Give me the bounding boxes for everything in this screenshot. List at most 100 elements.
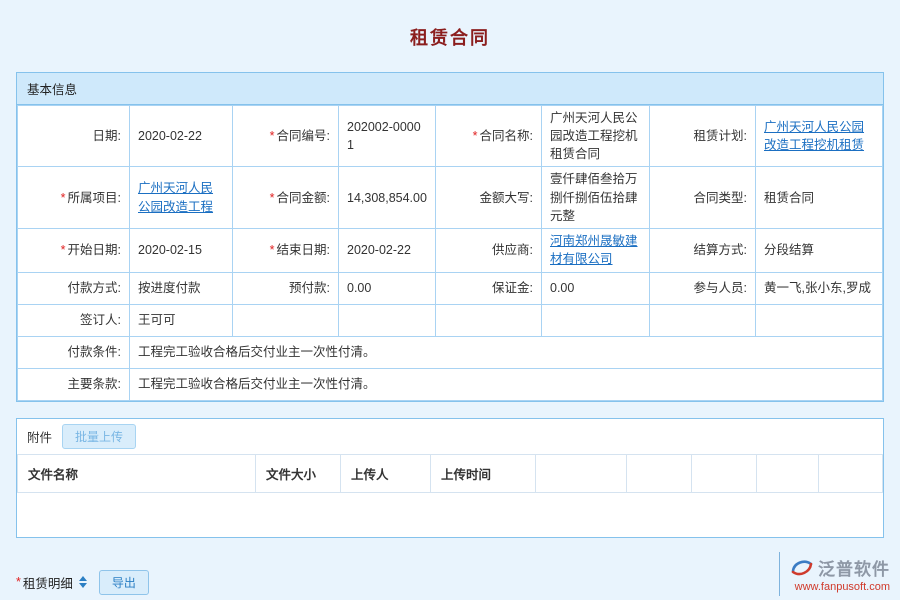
table-row: 付款条件: 工程完工验收合格后交付业主一次性付清。 [18,336,883,368]
attachments-header: 附件 批量上传 [17,419,883,454]
attachments-table: 文件名称 文件大小 上传人 上传时间 [17,454,883,537]
attachments-empty-cell [18,492,883,537]
field-value: 2020-02-22 [130,106,233,167]
field-value: 广州天河人民公园改造工程挖机租赁合同 [542,106,650,167]
column-header-empty [819,454,883,492]
contract-name-value: 广州天河人民公园改造工程挖机租赁合同 [550,111,638,161]
table-row: 付款方式: 按进度付款 预付款: 0.00 保证金: 0.00 参与人员: 黄一… [18,272,883,304]
table-row: 签订人: 王可可 [18,304,883,336]
field-label: 日期: [18,106,130,167]
column-header-empty [757,454,819,492]
contract-type-value: 租赁合同 [764,191,814,205]
field-label-text: 所属项目: [68,191,121,205]
main-clauses-value: 工程完工验收合格后交付业主一次性付清。 [138,377,376,391]
date-value: 2020-02-22 [138,129,202,143]
field-value: 黄一飞,张小东,罗成 [756,272,883,304]
field-label: 付款条件: [18,336,130,368]
contract-number-value: 202002-00001 [347,120,421,152]
field-label-text: 结算方式: [694,243,747,257]
field-value: 广州天河人民公园改造工程 [130,167,233,228]
field-label-text: 主要条款: [68,377,121,391]
signer-value: 王可可 [138,313,176,327]
field-label: *合同编号: [233,106,339,167]
field-value: 14,308,854.00 [339,167,436,228]
supplier-link[interactable]: 河南郑州晟敏建材有限公司 [550,234,638,266]
column-header-uploader: 上传人 [341,454,431,492]
field-label: *开始日期: [18,228,130,272]
field-label: *结束日期: [233,228,339,272]
start-date-value: 2020-02-15 [138,243,202,257]
batch-upload-button[interactable]: 批量上传 [62,424,136,449]
field-label-text: 合同类型: [694,191,747,205]
field-value: 分段结算 [756,228,883,272]
field-label [233,304,339,336]
table-row: *所属项目: 广州天河人民公园改造工程 *合同金额: 14,308,854.00… [18,167,883,228]
field-value: 2020-02-15 [130,228,233,272]
field-label: *所属项目: [18,167,130,228]
field-label-text: 签订人: [80,313,121,327]
project-link[interactable]: 广州天河人民公园改造工程 [138,181,213,213]
required-star: * [270,243,275,257]
page: 租赁合同 基本信息 日期: 2020-02-22 *合同编号: 202002-0… [0,0,900,600]
field-label-text: 付款方式: [68,281,121,295]
field-label: 金额大写: [436,167,542,228]
contract-amount-value: 14,308,854.00 [347,191,427,205]
field-label: 签订人: [18,304,130,336]
field-value: 租赁合同 [756,167,883,228]
lease-plan-link[interactable]: 广州天河人民公园改造工程挖机租赁 [764,120,864,152]
column-header-upload-time: 上传时间 [431,454,536,492]
field-value [339,304,436,336]
basic-info-section-header: 基本信息 [17,73,883,105]
settlement-method-value: 分段结算 [764,243,814,257]
brand-watermark: 泛普软件 www.fanpusoft.com [779,552,890,596]
field-label: 结算方式: [650,228,756,272]
lease-detail-title: 租赁明细 [23,573,73,592]
field-label: *合同名称: [436,106,542,167]
field-label-text: 合同名称: [480,129,533,143]
field-value: 工程完工验收合格后交付业主一次性付清。 [130,368,883,400]
required-star: * [270,129,275,143]
end-date-value: 2020-02-22 [347,243,411,257]
participants-value: 黄一飞,张小东,罗成 [764,281,871,295]
field-label: 主要条款: [18,368,130,400]
field-value: 0.00 [542,272,650,304]
lease-detail-section-bar: * 租赁明细 导出 [16,564,884,600]
field-value: 202002-00001 [339,106,436,167]
required-star: * [61,243,66,257]
export-button[interactable]: 导出 [99,570,149,595]
field-label-text: 金额大写: [480,191,533,205]
field-label-text: 预付款: [289,281,330,295]
basic-info-table: 日期: 2020-02-22 *合同编号: 202002-00001 *合同名称… [17,105,883,401]
field-label-text: 开始日期: [68,243,121,257]
collapse-sort-icon[interactable] [79,576,87,588]
brand-name: 泛普软件 [818,555,890,580]
brand-row: 泛普软件 [790,555,890,580]
attachments-header-row: 文件名称 文件大小 上传人 上传时间 [18,454,883,492]
table-row: 主要条款: 工程完工验收合格后交付业主一次性付清。 [18,368,883,400]
field-value: 2020-02-22 [339,228,436,272]
field-value [756,304,883,336]
field-label: 合同类型: [650,167,756,228]
column-header-empty [536,454,627,492]
payment-terms-value: 工程完工验收合格后交付业主一次性付清。 [138,345,376,359]
brand-url: www.fanpusoft.com [795,581,890,593]
table-row: 日期: 2020-02-22 *合同编号: 202002-00001 *合同名称… [18,106,883,167]
column-header-empty [627,454,692,492]
field-label-text: 日期: [93,129,121,143]
fanpu-logo-icon [790,556,814,580]
column-header-file-name: 文件名称 [18,454,256,492]
field-value: 工程完工验收合格后交付业主一次性付清。 [130,336,883,368]
field-value: 王可可 [130,304,233,336]
field-label-text: 合同金额: [277,191,330,205]
amount-in-words-value: 壹仟肆佰叁拾万捌仟捌佰伍拾肆元整 [550,172,638,222]
field-label-text: 租赁计划: [694,129,747,143]
field-value: 壹仟肆佰叁拾万捌仟捌佰伍拾肆元整 [542,167,650,228]
field-label-text: 供应商: [492,243,533,257]
field-value [542,304,650,336]
field-label [650,304,756,336]
field-label-text: 保证金: [492,281,533,295]
column-header-file-size: 文件大小 [256,454,341,492]
payment-method-value: 按进度付款 [138,281,201,295]
basic-info-panel: 基本信息 日期: 2020-02-22 *合同编号: 202002-00001 … [16,72,884,402]
field-label: 预付款: [233,272,339,304]
